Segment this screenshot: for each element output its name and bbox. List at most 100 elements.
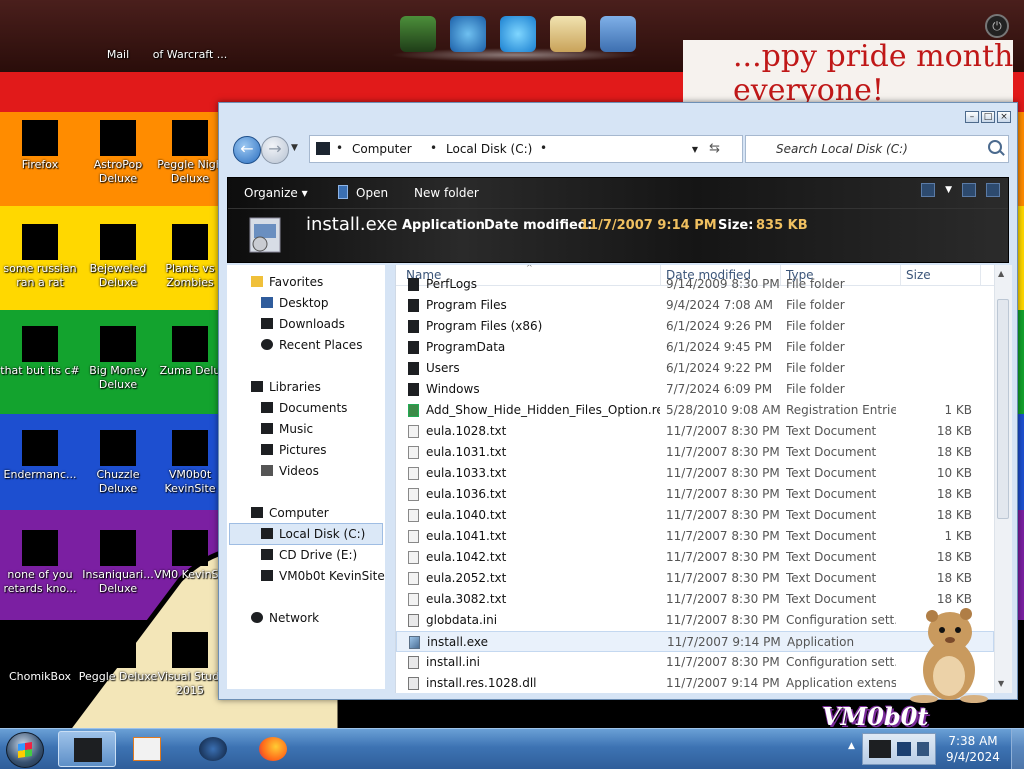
help-icon[interactable] [986, 183, 1000, 197]
show-hidden-icons-icon[interactable]: ▲ [848, 741, 855, 751]
start-button[interactable] [6, 732, 44, 768]
file-type: Text Document [786, 550, 877, 564]
address-bar[interactable]: • Computer • Local Disk (C:) • ▼ ⇆ [309, 135, 743, 163]
desktop-icon[interactable]: Chuzzle Deluxe [78, 430, 158, 496]
desktop-icon[interactable]: AstroPop Deluxe [78, 120, 158, 186]
nav-music[interactable]: Music [261, 422, 313, 436]
internet-explorer-icon[interactable] [500, 16, 536, 52]
nav-downloads[interactable]: Downloads [261, 317, 345, 331]
file-row[interactable]: eula.1031.txt 11/7/2007 8:30 PM Text Docum… [396, 442, 994, 463]
desktop-icon[interactable]: some russian ran a rat [0, 224, 80, 290]
search-input[interactable]: Search Local Disk (C:) [745, 135, 1009, 163]
folder-icon [408, 299, 419, 312]
file-row[interactable]: Users 6/1/2024 9:22 PM File folder [396, 358, 994, 379]
refresh-icon[interactable]: ⇆ [709, 141, 720, 156]
file-type: File folder [786, 361, 845, 375]
desktop-icon-label: Big Money Deluxe [89, 364, 147, 391]
organize-button[interactable]: Organize ▾ [244, 186, 308, 200]
nav-pictures[interactable]: Pictures [261, 443, 327, 457]
file-name: ProgramData [426, 340, 506, 354]
preview-pane-icon[interactable] [962, 183, 976, 197]
taskbar: ▲ 7:38 AM 9/4/2024 [0, 728, 1024, 769]
vertical-scrollbar[interactable]: ▲ ▼ [994, 265, 1012, 693]
file-row[interactable]: eula.2052.txt 11/7/2007 8:30 PM Text Docum… [396, 568, 994, 589]
desktop-icon[interactable]: Mail [78, 10, 158, 62]
breadcrumb-local-disk[interactable]: Local Disk (C:) [446, 142, 532, 156]
change-view-icon[interactable] [921, 183, 936, 197]
desktop-icon[interactable]: Bejeweled Deluxe [78, 224, 158, 290]
scrollbar-thumb[interactable] [997, 299, 1009, 519]
volume-icon[interactable] [917, 742, 929, 756]
nav-documents[interactable]: Documents [261, 401, 347, 415]
nav-libraries[interactable]: Libraries [251, 380, 321, 394]
vm0b0t-logo: VM0b0t [822, 702, 929, 728]
scroll-down-icon[interactable]: ▼ [998, 679, 1004, 688]
file-row[interactable]: ProgramData 6/1/2024 9:45 PM File folder [396, 337, 994, 358]
search-icon[interactable] [988, 140, 1002, 154]
file-row[interactable]: eula.1041.txt 11/7/2007 8:30 PM Text Docum… [396, 526, 994, 547]
scroll-up-icon[interactable]: ▲ [998, 269, 1004, 278]
file-row[interactable]: Program Files 9/4/2024 7:08 AM File folder [396, 295, 994, 316]
taskbar-explorer-button[interactable] [58, 731, 116, 767]
file-row[interactable]: Windows 7/7/2024 6:09 PM File folder [396, 379, 994, 400]
system-clock[interactable]: 7:38 AM 9/4/2024 [940, 733, 1006, 765]
back-button[interactable]: ← [233, 136, 261, 164]
maximize-button[interactable]: □ [981, 111, 995, 123]
recent-pages-chevron-icon[interactable]: ▼ [291, 143, 298, 153]
file-row[interactable]: eula.1036.txt 11/7/2007 8:30 PM Text Docum… [396, 484, 994, 505]
desktop-icon[interactable]: Big Money Deluxe [78, 326, 158, 392]
file-name: install.ini [426, 655, 481, 669]
nav-vm0b0t[interactable]: VM0b0t KevinSite [261, 569, 385, 583]
nav-local-disk[interactable]: Local Disk (C:) [261, 527, 365, 541]
vm-tray-icon[interactable] [869, 740, 891, 758]
file-row[interactable]: Add_Show_Hide_Hidden_Files_Option.reg 5/2… [396, 400, 994, 421]
network-tray-icon[interactable] [897, 742, 911, 756]
forward-button[interactable]: → [261, 136, 289, 164]
file-row[interactable]: eula.1033.txt 11/7/2007 8:30 PM Text Docum… [396, 463, 994, 484]
power-icon[interactable]: ⏻ [985, 14, 1009, 38]
file-size: 18 KB [936, 508, 972, 522]
file-type: File folder [786, 382, 845, 396]
nav-desktop[interactable]: Desktop [261, 296, 329, 310]
address-history-chevron-icon[interactable]: ▼ [692, 145, 698, 154]
desktop-icon[interactable]: Endermanc... [0, 430, 80, 482]
file-row[interactable]: eula.1040.txt 11/7/2007 8:30 PM Text Docum… [396, 505, 994, 526]
desktop-shortcut-icon [100, 224, 136, 260]
date-modified-label: Date modified: [484, 218, 593, 233]
nav-computer[interactable]: Computer [251, 506, 329, 520]
file-row[interactable]: PerfLogs 9/14/2009 8:30 PM File folder [396, 274, 994, 295]
desktop-icon[interactable]: none of you retards kno... [0, 530, 80, 596]
nav-favorites[interactable]: Favorites [251, 275, 323, 289]
media-player-icon [133, 737, 161, 761]
nav-cd-drive[interactable]: CD Drive (E:) [261, 548, 357, 562]
show-desktop-button[interactable] [1011, 729, 1024, 769]
close-button[interactable]: × [997, 111, 1011, 123]
mail-flag-icon[interactable] [550, 16, 586, 52]
breadcrumb-computer[interactable]: Computer [352, 142, 412, 156]
minecraft-icon[interactable] [400, 16, 436, 52]
desktop-icon[interactable]: Firefox [0, 120, 80, 172]
view-chevron-icon[interactable]: ▼ [945, 183, 952, 197]
messenger-icon[interactable] [600, 16, 636, 52]
nav-videos[interactable]: Videos [261, 464, 319, 478]
desktop-icon-label: Chuzzle Deluxe [96, 468, 140, 495]
minimize-button[interactable]: – [965, 111, 979, 123]
desktop-icon[interactable]: ChomikBox [0, 632, 80, 684]
file-name: eula.3082.txt [426, 592, 507, 606]
file-row[interactable]: eula.1028.txt 11/7/2007 8:30 PM Text Docum… [396, 421, 994, 442]
desktop-icon[interactable]: that but its c# [0, 326, 80, 378]
taskbar-globe-button[interactable] [184, 731, 242, 767]
taskbar-firefox-button[interactable] [244, 731, 302, 767]
desktop-icon[interactable]: Insaniquari... Deluxe [78, 530, 158, 596]
new-folder-button[interactable]: New folder [414, 186, 479, 200]
windows-update-icon[interactable] [450, 16, 486, 52]
file-date: 6/1/2024 9:45 PM [666, 340, 773, 354]
file-row[interactable]: eula.1042.txt 11/7/2007 8:30 PM Text Docum… [396, 547, 994, 568]
desktop-icon[interactable]: Peggle Deluxe [78, 632, 158, 684]
nav-recent-places[interactable]: Recent Places [261, 338, 362, 352]
desktop-icon[interactable]: of Warcraft ... [150, 10, 230, 62]
taskbar-media-player-button[interactable] [118, 731, 176, 767]
file-row[interactable]: Program Files (x86) 6/1/2024 9:26 PM File … [396, 316, 994, 337]
nav-network[interactable]: Network [251, 611, 319, 625]
open-button[interactable]: Open [356, 186, 388, 200]
